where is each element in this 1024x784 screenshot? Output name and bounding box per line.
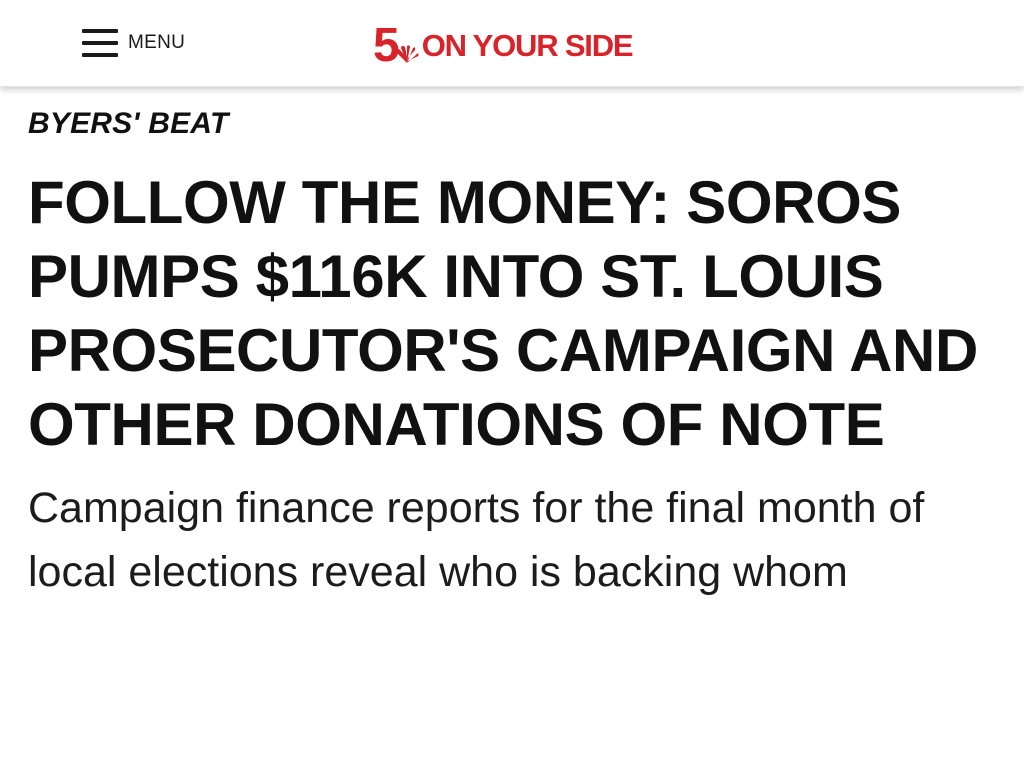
hamburger-menu-icon xyxy=(82,29,118,57)
site-header: MENU 5 ON YOUR SIDE xyxy=(0,0,1024,87)
article-headline: FOLLOW THE MONEY: SOROS PUMPS $116K INTO… xyxy=(28,169,978,458)
logo-text: ON YOUR SIDE xyxy=(421,28,634,63)
menu-label: MENU xyxy=(128,32,186,53)
article: BYERS' BEAT FOLLOW THE MONEY: SOROS PUMP… xyxy=(0,105,1024,604)
article-subheadline: Campaign finance reports for the final m… xyxy=(28,484,925,596)
menu-button[interactable]: MENU xyxy=(82,26,185,60)
peacock-icon xyxy=(395,45,419,63)
article-kicker[interactable]: BYERS' BEAT xyxy=(28,105,996,143)
site-logo[interactable]: 5 ON YOUR SIDE xyxy=(373,14,634,70)
